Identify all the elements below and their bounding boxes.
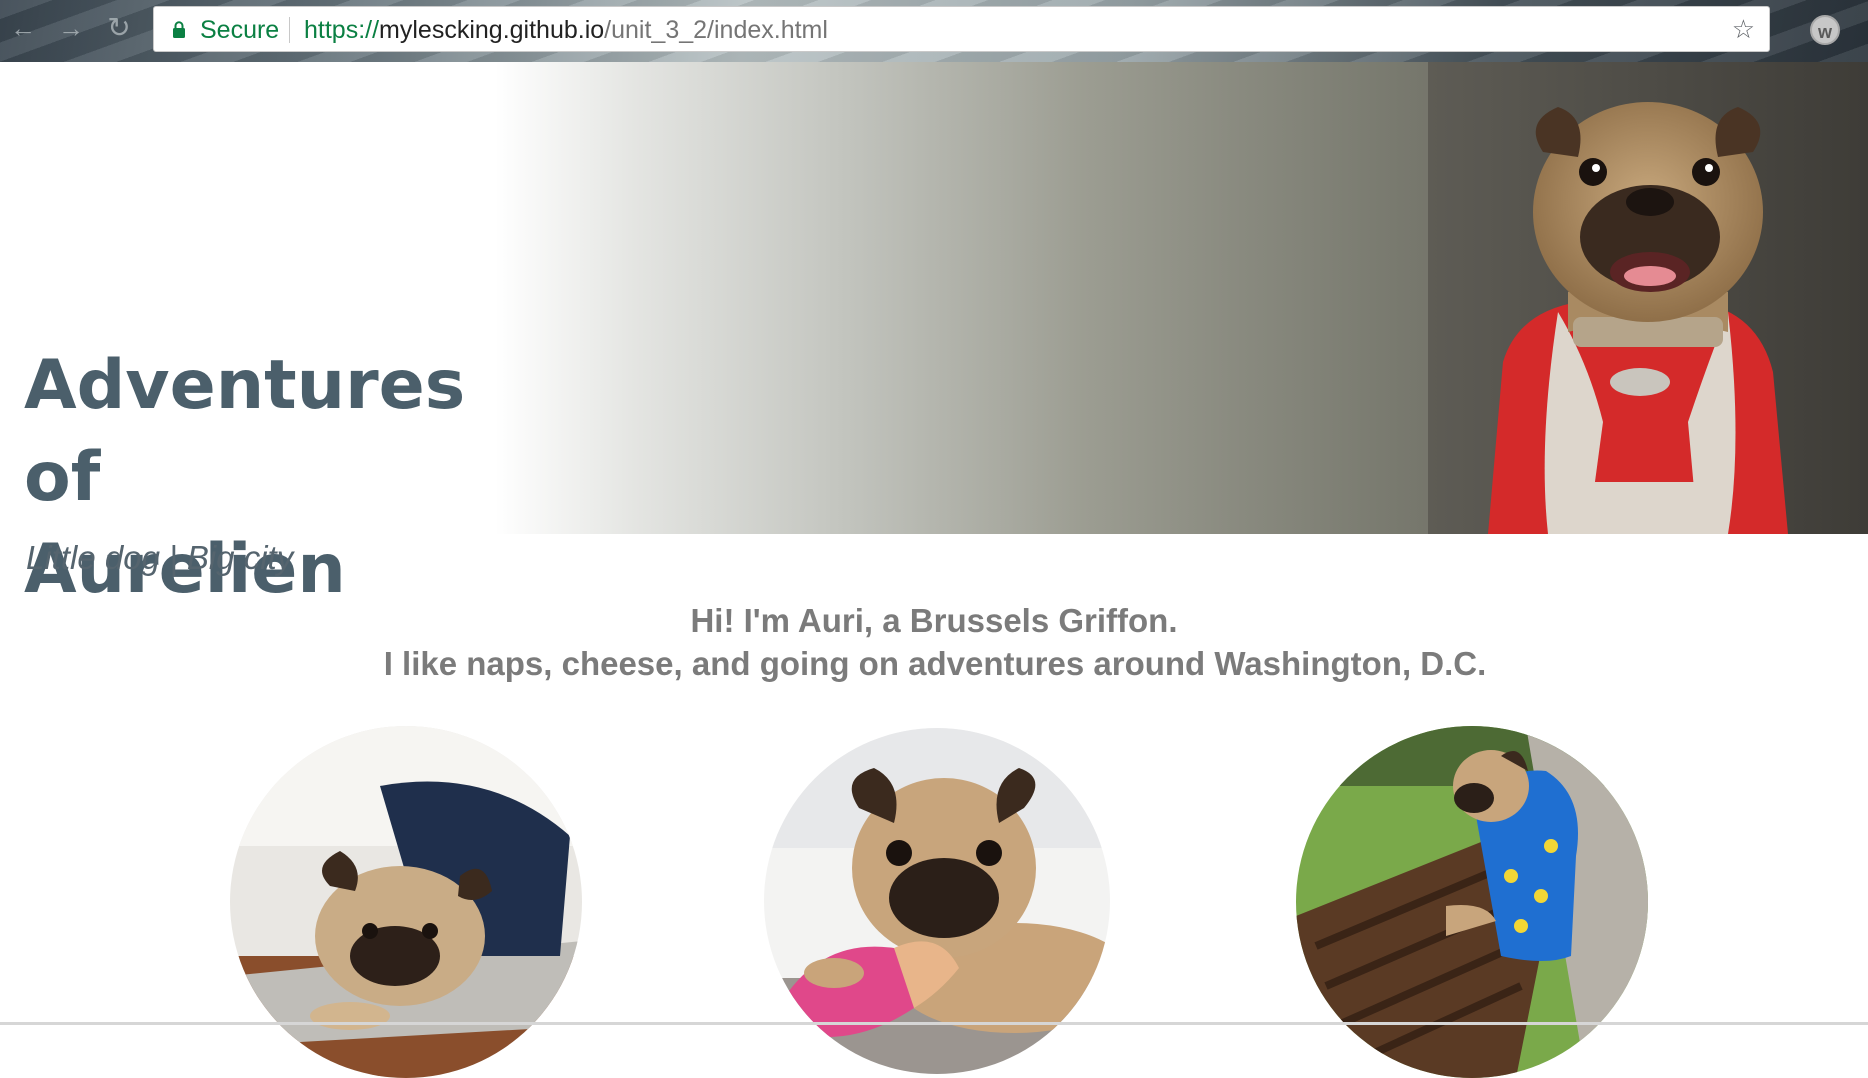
lock-icon: [173, 21, 185, 38]
hero-dog-photo: [1428, 62, 1868, 534]
url-text[interactable]: https://mylescking.github.io/unit_3_2/in…: [304, 16, 828, 45]
reload-icon[interactable]: ↻: [104, 13, 134, 43]
page-content: Adventures of Aurelien Little dog | Big …: [0, 62, 1868, 1078]
gallery-photo-dog-on-bench: [1296, 726, 1648, 1078]
gallery-photo-sleeping-dog: [230, 726, 582, 1078]
address-divider: [289, 17, 290, 43]
site-title-line-1: Adventures of: [24, 346, 466, 517]
security-label: Secure: [200, 16, 280, 44]
browser-toolbar: ← → ↻ Secure https://mylescking.github.i…: [0, 0, 1868, 62]
url-scheme: https://: [304, 16, 380, 44]
back-arrow-icon[interactable]: ←: [8, 13, 38, 43]
site-tagline: Little dog | Big city: [26, 539, 294, 576]
address-bar[interactable]: Secure https://mylescking.github.io/unit…: [153, 6, 1770, 52]
intro-line-2: I like naps, cheese, and going on advent…: [383, 645, 1487, 682]
intro-line-1: Hi! I'm Auri, a Brussels Griffon.: [690, 602, 1178, 639]
url-host: mylescking.github.io: [379, 16, 605, 44]
bookmark-star-icon[interactable]: ☆: [1732, 16, 1755, 42]
url-path: /unit_3_2/index.html: [604, 16, 828, 44]
extension-icon[interactable]: w: [1810, 15, 1840, 45]
forward-arrow-icon[interactable]: →: [56, 13, 86, 43]
intro-text: Hi! I'm Auri, a Brussels Griffon. I like…: [0, 599, 1868, 685]
